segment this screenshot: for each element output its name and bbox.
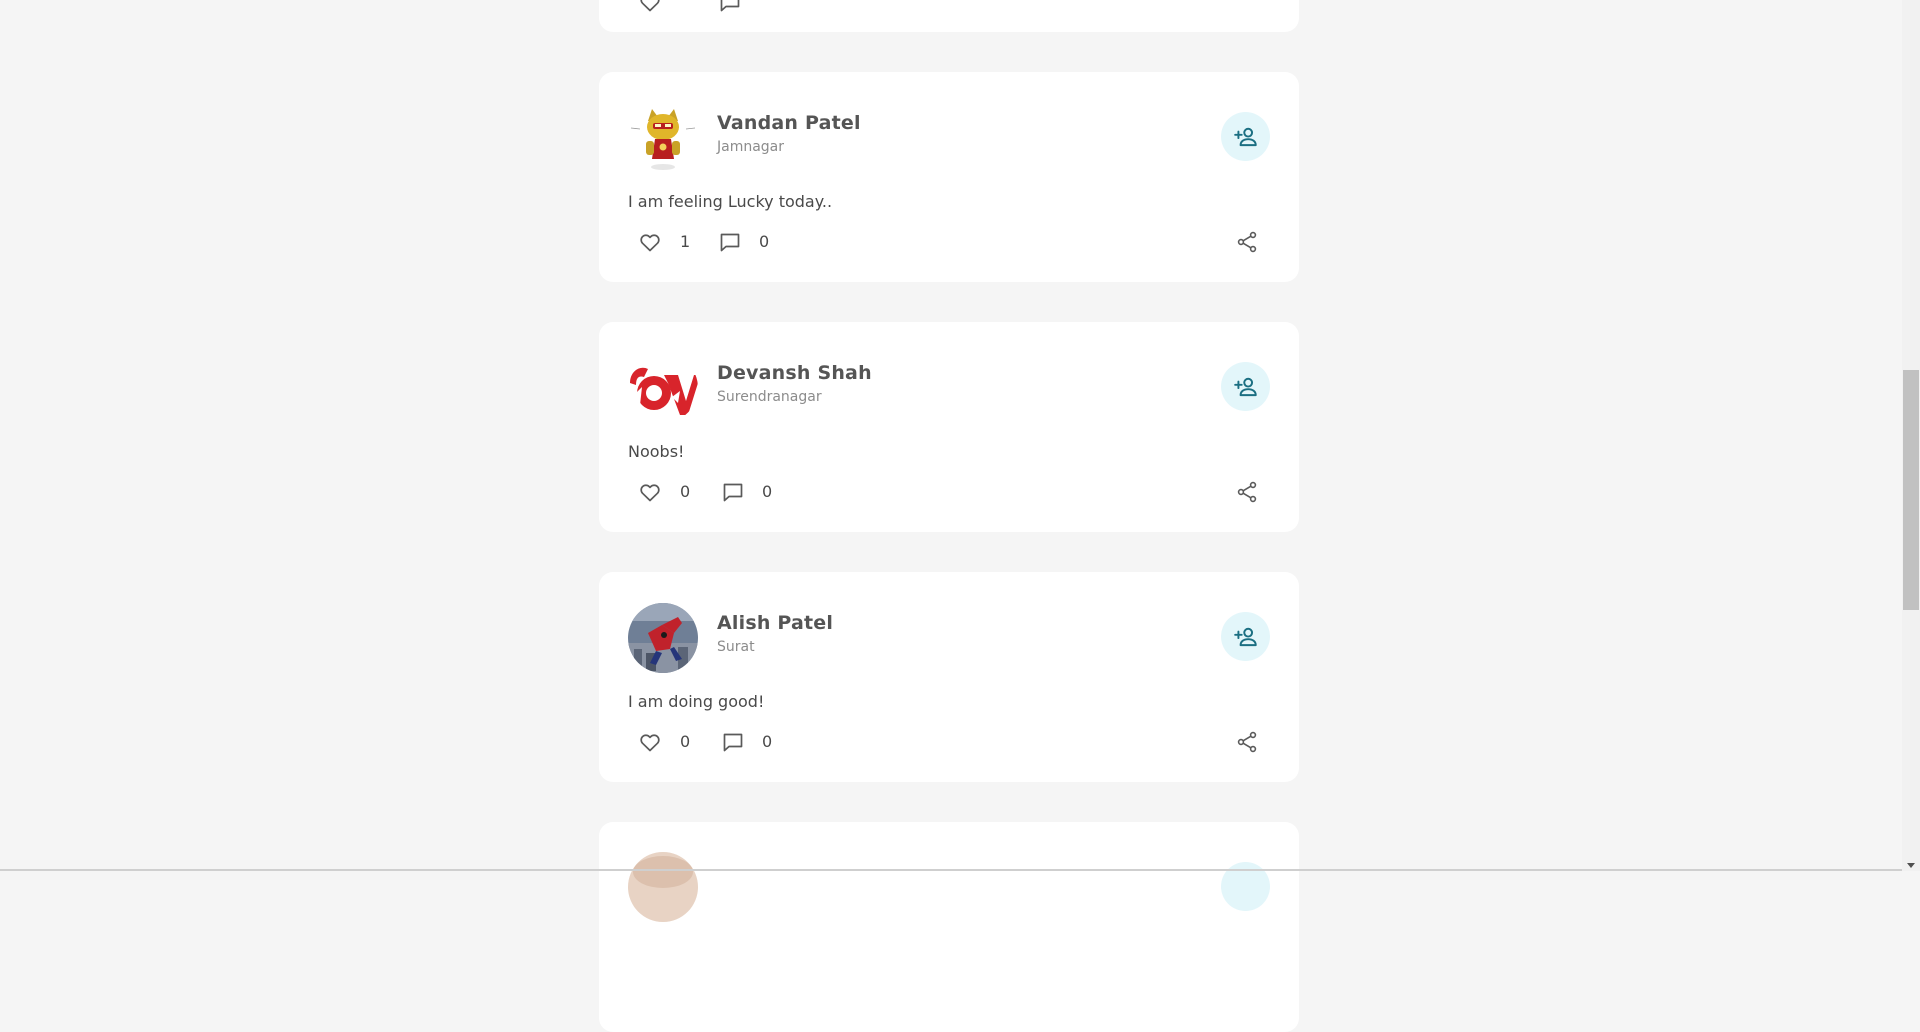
post-text: I am feeling Lucky today.. [628,192,833,211]
post-card-partial-top [599,0,1299,32]
ironman-cat-avatar[interactable] [628,103,698,173]
person-add-icon [1233,627,1257,646]
post-text: Noobs! [628,442,685,461]
scrollbar[interactable] [1902,0,1920,871]
heart-icon[interactable] [638,0,662,14]
follow-button[interactable] [1221,612,1270,661]
post-author-name[interactable]: Alish Patel [717,612,833,634]
share-icon[interactable] [1235,730,1259,754]
comment-icon[interactable] [721,730,745,754]
comment-count: 0 [759,232,770,251]
heart-icon[interactable] [638,730,662,754]
heart-icon[interactable] [638,230,662,254]
post-author-city: Jamnagar [717,139,785,155]
post-card: Vandan Patel Jamnagar I am feeling Lucky… [599,72,1299,282]
like-count: 0 [680,732,691,751]
comment-icon[interactable] [718,0,742,14]
red-logo-avatar[interactable] [628,353,698,423]
post-card: Devansh Shah Surendranagar Noobs! 0 0 [599,322,1299,532]
post-card: Alish Patel Surat I am doing good! 0 0 [599,572,1299,782]
share-icon[interactable] [1235,230,1259,254]
post-card-partial-bottom [599,822,1299,1032]
comment-icon[interactable] [718,230,742,254]
share-icon[interactable] [1235,480,1259,504]
comment-count: 0 [762,732,773,751]
post-feed: Vandan Patel Jamnagar I am feeling Lucky… [599,0,1299,1032]
follow-button[interactable] [1221,112,1270,161]
post-author-name[interactable]: Vandan Patel [717,112,861,134]
share-icon[interactable] [1235,0,1259,14]
avatar[interactable] [628,852,698,922]
post-author-name[interactable]: Devansh Shah [717,362,872,384]
heart-icon[interactable] [638,480,662,504]
post-author-city: Surat [717,639,755,655]
person-add-icon [1233,127,1257,146]
post-text: I am doing good! [628,692,765,711]
comment-count: 0 [762,482,773,501]
follow-button[interactable] [1221,362,1270,411]
scroll-down-arrow-icon[interactable] [1907,863,1915,868]
scrollbar-thumb[interactable] [1903,370,1919,610]
comment-icon[interactable] [721,480,745,504]
like-count: 1 [680,232,691,251]
post-author-city: Surendranagar [717,389,822,405]
like-count: 0 [680,482,691,501]
spiderman-avatar[interactable] [628,603,698,673]
person-add-icon [1233,377,1257,396]
